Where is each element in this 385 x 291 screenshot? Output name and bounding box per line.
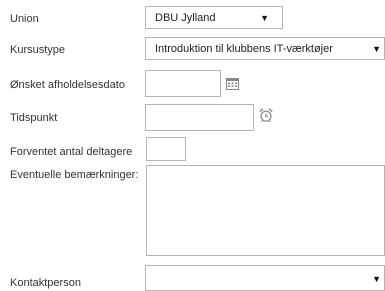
bemaerkninger-textarea[interactable] [146, 165, 385, 256]
course-request-form: Union DBU Jylland ▼ Kursustype Introdukt… [0, 0, 385, 291]
deltagere-label: Forventet antal deltagere [10, 146, 133, 158]
deltagere-input[interactable] [146, 137, 186, 161]
kontaktperson-label: Kontaktperson [10, 277, 81, 289]
chevron-down-icon: ▼ [372, 44, 381, 54]
union-select[interactable]: DBU Jylland ▼ [145, 6, 283, 29]
kontaktperson-select[interactable]: ▼ [145, 265, 385, 291]
kursustype-select[interactable]: Introduktion til klubbens IT-værktøjer ▼ [145, 37, 385, 60]
calendar-icon[interactable] [226, 77, 239, 90]
tidspunkt-label: Tidspunkt [10, 112, 58, 124]
union-select-value: DBU Jylland [155, 12, 216, 24]
tidspunkt-input[interactable] [145, 104, 254, 131]
union-label: Union [10, 13, 39, 25]
chevron-down-icon: ▼ [260, 13, 269, 23]
dato-input[interactable] [145, 70, 221, 97]
bemaerkninger-label: Eventuelle bemærkninger: [10, 169, 139, 181]
dato-label: Ønsket afholdelsesdato [10, 79, 125, 91]
alarm-clock-icon[interactable] [259, 108, 273, 123]
kursustype-select-value: Introduktion til klubbens IT-værktøjer [155, 43, 333, 55]
chevron-down-icon: ▼ [372, 274, 381, 284]
kursustype-label: Kursustype [10, 44, 66, 56]
